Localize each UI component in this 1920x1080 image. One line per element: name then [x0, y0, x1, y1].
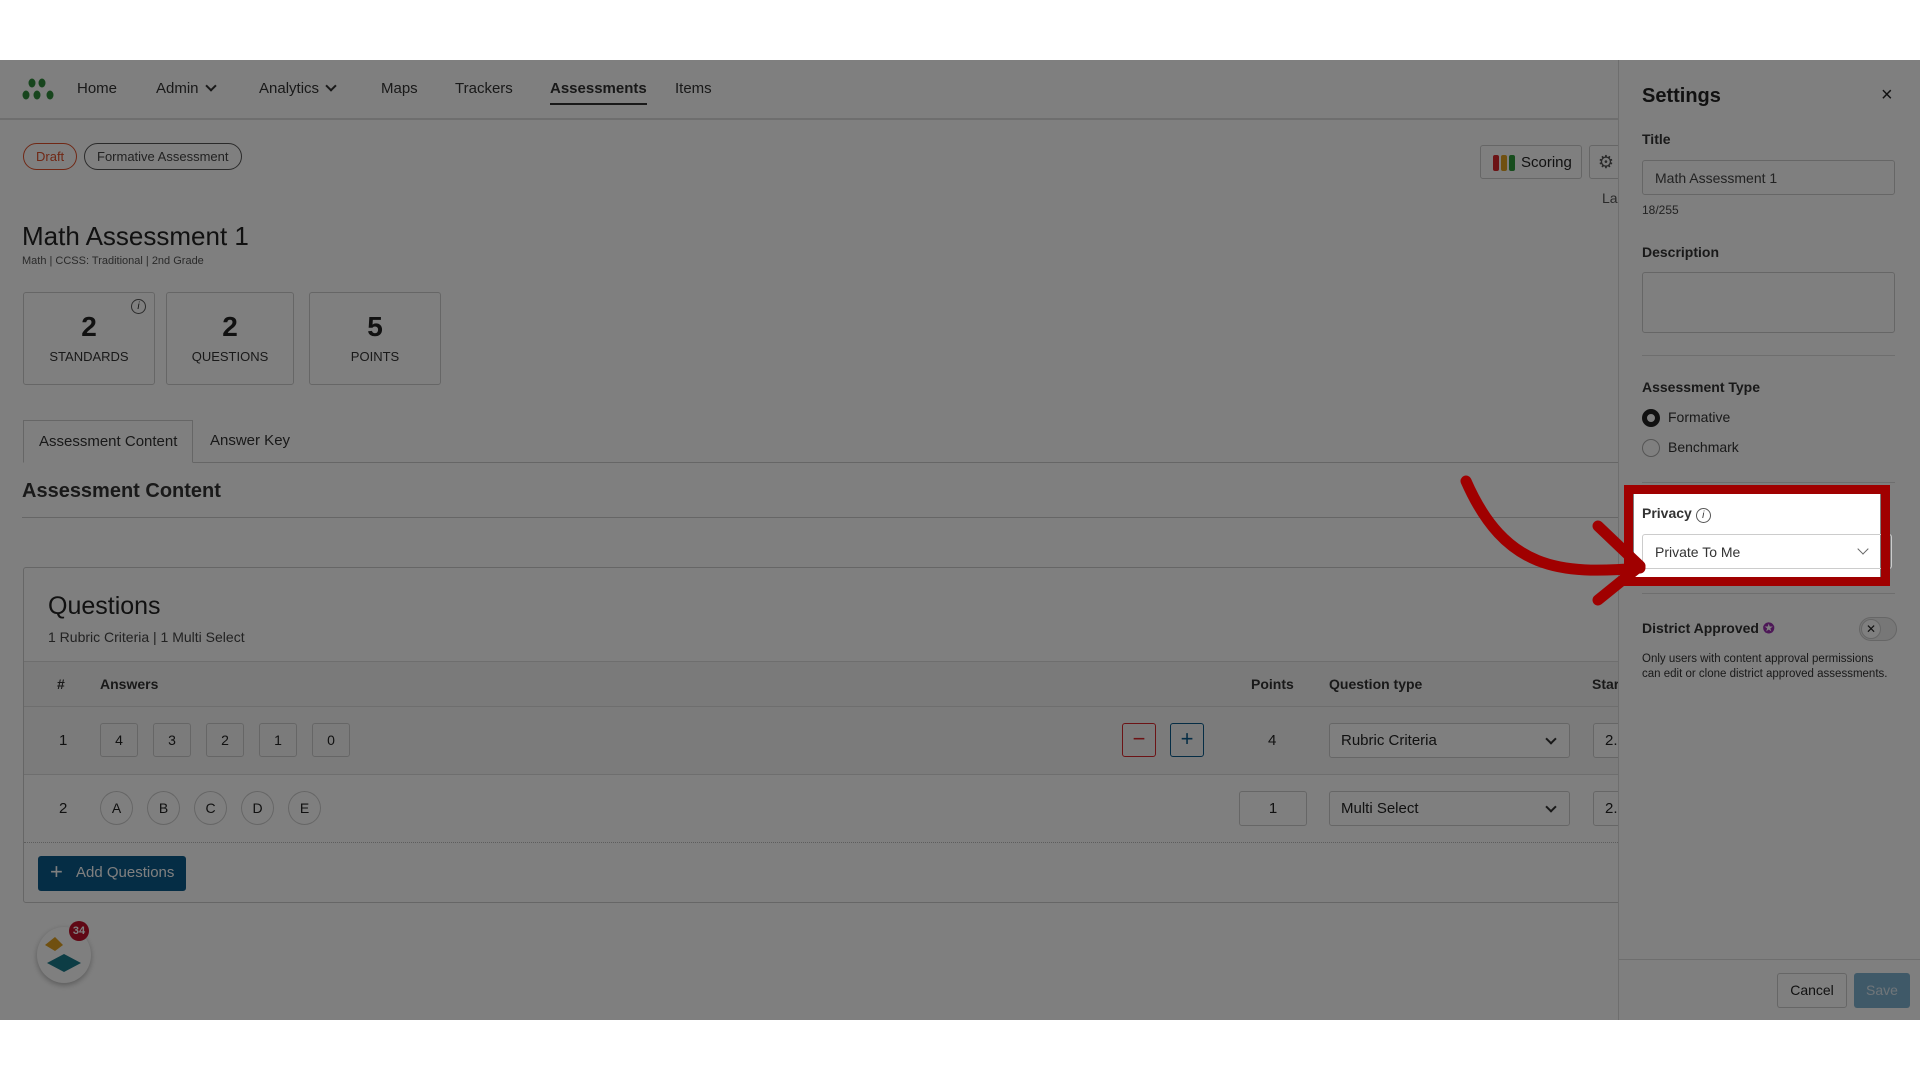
highlight-box — [1624, 485, 1890, 586]
